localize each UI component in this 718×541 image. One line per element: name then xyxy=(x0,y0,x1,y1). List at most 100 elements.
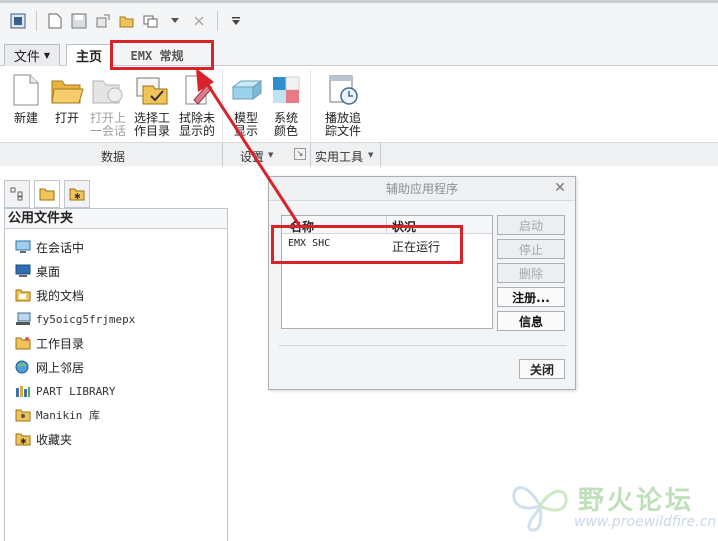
erase-not-displayed-button[interactable]: 拭除未 显示的 xyxy=(175,72,219,138)
group-divider xyxy=(380,143,381,167)
group-divider xyxy=(310,143,311,167)
folder-browser-icon xyxy=(39,188,55,201)
new-icon[interactable] xyxy=(45,11,65,31)
folder-item-label: PART LIBRARY xyxy=(36,384,116,398)
play-trail-file-icon xyxy=(325,72,361,108)
select-working-directory-icon xyxy=(134,72,170,108)
open-last-session-label: 打开上 一会话 xyxy=(89,111,126,138)
tab-file[interactable]: 文件 ▼ xyxy=(4,44,60,66)
erase-not-displayed-label: 拭除未 显示的 xyxy=(178,111,215,138)
windows-icon[interactable] xyxy=(141,11,161,31)
app-menu-icon[interactable] xyxy=(8,11,28,31)
info-button[interactable]: 信息 xyxy=(497,311,565,331)
folder-item-computer[interactable]: fy5oicg5frjmepx xyxy=(15,309,135,329)
open-button[interactable]: 打开 xyxy=(45,72,89,125)
watermark-text: 野火论坛 xyxy=(578,486,695,516)
model-tree-icon xyxy=(10,187,23,201)
watermark-url: www.proewildfire.cn xyxy=(574,514,717,530)
folder-browser-tab[interactable] xyxy=(34,180,60,208)
open-last-session-icon xyxy=(90,72,126,108)
computer-icon xyxy=(15,311,31,327)
folder-item-desktop[interactable]: 桌面 xyxy=(15,261,60,281)
group-label-utilities[interactable]: 实用工具 xyxy=(315,148,363,165)
dialog-divider xyxy=(279,345,567,346)
open-icon[interactable] xyxy=(117,11,137,31)
favorites-icon: ✱ xyxy=(69,188,85,201)
folder-item-label: 桌面 xyxy=(36,264,61,279)
highlight-box-emx-tab xyxy=(110,40,214,70)
register-button[interactable]: 注册... xyxy=(497,287,565,307)
favorites-tab[interactable]: ✱ xyxy=(64,180,90,208)
chevron-down-icon: ▼ xyxy=(43,51,51,60)
delete-button[interactable]: 删除 xyxy=(497,263,565,283)
folder-item-label: 在会话中 xyxy=(36,240,85,255)
auxiliary-applications-dialog: 辅助应用程序 ✕ 名称 状况 EMX SHC 正在运行 启动 停止 删除 注册.… xyxy=(268,176,576,390)
new-button-label: 新建 xyxy=(13,111,38,125)
select-working-directory-label: 选择工 作目录 xyxy=(133,111,170,138)
common-folders-panel: 公用文件夹 在会话中 桌面 我的文档 fy5oicg5frjmepx 工作目录 … xyxy=(4,208,228,541)
watermark: 野火论坛 www.proewildfire.cn xyxy=(508,476,718,541)
system-colors-label: 系统 颜色 xyxy=(273,111,298,138)
dialog-title: 辅助应用程序 xyxy=(269,177,575,201)
model-display-label: 模型 显示 xyxy=(233,111,258,138)
ribbon-divider xyxy=(310,70,311,140)
model-display-icon xyxy=(228,72,264,108)
svg-text:✱: ✱ xyxy=(20,437,27,446)
group-divider xyxy=(222,143,223,167)
model-display-button[interactable]: 模型 显示 xyxy=(224,72,268,138)
tab-file-label: 文件 xyxy=(13,50,40,65)
folder-item-favorites[interactable]: ✱ 收藏夹 xyxy=(15,429,72,449)
ribbon-panel: 新建 打开 打开上 一会话 选择工 作目录 拭除未 显示的 模型 显示 系统 颜… xyxy=(0,66,718,167)
folder-item-label: fy5oicg5frjmepx xyxy=(36,312,136,326)
folder-item-network[interactable]: 网上邻居 xyxy=(15,357,84,377)
folder-item-label: 我的文档 xyxy=(36,288,85,303)
network-icon xyxy=(15,359,31,375)
toolbar-divider xyxy=(36,10,37,31)
close-window-icon[interactable] xyxy=(189,11,209,31)
folder-item-working-directory[interactable]: 工作目录 xyxy=(15,333,84,353)
new-button[interactable]: 新建 xyxy=(4,72,48,125)
folder-item-label: Manikin 库 xyxy=(36,409,100,422)
svg-text:✱: ✱ xyxy=(74,192,81,201)
tab-home[interactable]: 主页 xyxy=(66,44,112,66)
app-window: 文件 ▼ 主页 EMX 常规 新建 打开 打开上 一会话 选择工 作目录 拭除未… xyxy=(0,0,718,541)
open-last-session-button[interactable]: 打开上 一会话 xyxy=(86,72,130,138)
save-icon[interactable] xyxy=(69,11,89,31)
dialog-launcher-icon[interactable]: ↘ xyxy=(294,148,306,160)
folder-item-in-session[interactable]: 在会话中 xyxy=(15,237,84,257)
group-label-data: 数据 xyxy=(101,150,126,164)
erase-not-displayed-icon xyxy=(179,72,215,108)
new-file-icon xyxy=(8,72,44,108)
chevron-down-icon[interactable]: ▼ xyxy=(268,151,273,159)
highlight-box-emx-row xyxy=(271,225,463,264)
desktop-icon xyxy=(15,263,31,279)
quick-access-toolbar xyxy=(0,0,718,38)
system-colors-button[interactable]: 系统 颜色 xyxy=(264,72,308,138)
play-trail-file-button[interactable]: 播放追 踪文件 xyxy=(321,72,365,138)
select-working-directory-button[interactable]: 选择工 作目录 xyxy=(130,72,174,138)
stop-button[interactable]: 停止 xyxy=(497,239,565,259)
open-folder-icon xyxy=(49,72,85,108)
folder-item-my-documents[interactable]: 我的文档 xyxy=(15,285,84,305)
folder-item-part-library[interactable]: PART LIBRARY xyxy=(15,381,115,401)
tab-home-label: 主页 xyxy=(75,49,102,65)
navigator-tabs: ✱ xyxy=(4,180,94,208)
part-library-icon xyxy=(15,383,31,399)
group-label-settings[interactable]: 设置 xyxy=(240,148,264,165)
close-icon[interactable]: ✕ xyxy=(553,180,567,196)
customize-toolbar-icon[interactable] xyxy=(226,11,246,31)
in-session-icon xyxy=(15,239,31,255)
close-button[interactable]: 关闭 xyxy=(519,359,565,379)
folder-item-label: 网上邻居 xyxy=(36,360,85,375)
regenerate-icon[interactable] xyxy=(93,11,113,31)
ribbon-divider xyxy=(222,70,223,140)
start-button[interactable]: 启动 xyxy=(497,215,565,235)
working-directory-icon xyxy=(15,335,31,351)
folder-item-manikin-library[interactable]: Manikin 库 xyxy=(15,405,100,425)
model-tree-tab[interactable] xyxy=(4,180,30,208)
chevron-down-icon[interactable] xyxy=(165,11,185,31)
favorites-icon: ✱ xyxy=(15,431,31,447)
butterfly-logo-icon xyxy=(512,486,568,532)
chevron-down-icon[interactable]: ▼ xyxy=(368,151,373,159)
manikin-library-icon xyxy=(15,407,31,423)
